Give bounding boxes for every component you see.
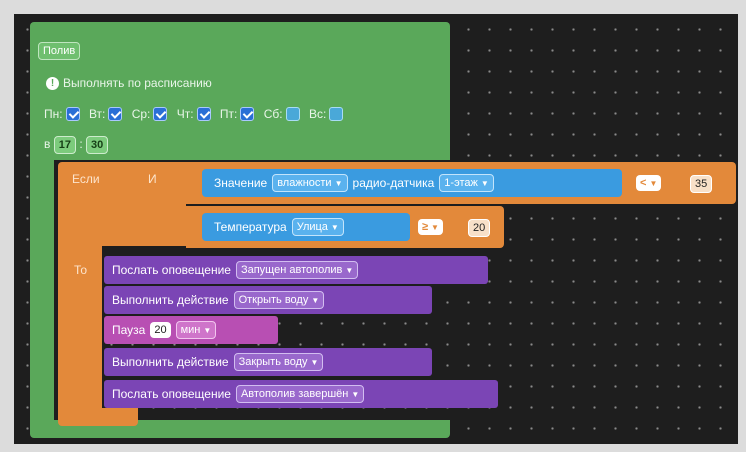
checkbox-icon[interactable]	[196, 106, 211, 121]
schedule-time: в 17 : 30	[44, 136, 109, 154]
action-dropdown[interactable]: Закрыть воду ▼	[233, 353, 324, 371]
day-label: Пт:	[219, 106, 238, 121]
action-pause[interactable]: Пауза 20 мин ▼	[104, 316, 278, 344]
sensor-dropdown[interactable]: 1-этаж ▼	[439, 174, 494, 192]
message-value: Автополив завершён	[240, 388, 349, 400]
if-block-head	[102, 162, 186, 246]
day-label: Сб:	[263, 106, 283, 121]
action-label: Послать оповещение	[112, 263, 231, 277]
unit-value: мин	[180, 324, 201, 336]
action-label: Пауза	[112, 323, 146, 337]
day-label: Вс:	[308, 106, 327, 121]
if-block[interactable]	[58, 162, 102, 424]
caret-down-icon: ▼	[649, 179, 658, 188]
unit-dropdown[interactable]: мин ▼	[175, 321, 217, 339]
sensor-value: 1-этаж	[444, 177, 478, 189]
checkbox-icon[interactable]	[108, 106, 123, 121]
condition-label: Значение	[214, 176, 268, 190]
operator-value: <	[640, 177, 647, 189]
day-label: Пн:	[44, 106, 63, 121]
day-label: Ср:	[131, 106, 151, 121]
caret-down-icon: ▼	[203, 326, 212, 335]
threshold-field[interactable]: 20	[468, 219, 491, 237]
schedule-label: Выполнять по расписанию	[63, 76, 212, 90]
operator-value: ≥	[422, 221, 429, 233]
caret-down-icon: ▼	[431, 223, 439, 232]
action-value: Закрыть воду	[238, 356, 308, 368]
caret-down-icon: ▼	[345, 266, 354, 275]
weekday-checkboxes: Пн: Вт: Ср: Чт: Пт: Сб: Вс:	[44, 106, 344, 121]
action-run[interactable]: Выполнить действие Открыть воду ▼	[104, 286, 432, 314]
location-value: Улица	[296, 221, 328, 233]
action-send-notification[interactable]: Послать оповещение Автополив завершён ▼	[104, 380, 498, 408]
message-dropdown[interactable]: Запущен автополив ▼	[235, 261, 359, 279]
threshold-field[interactable]: 35	[690, 175, 713, 193]
time-separator: :	[79, 137, 83, 152]
caret-down-icon: ▼	[311, 296, 320, 305]
condition-temperature[interactable]: Температура Улица ▼	[202, 213, 410, 241]
condition-label: Температура	[214, 220, 287, 234]
program-title-field[interactable]: Полив	[38, 42, 81, 60]
caret-down-icon: ▼	[480, 179, 489, 188]
checkbox-icon[interactable]	[240, 106, 255, 121]
action-run[interactable]: Выполнить действие Закрыть воду ▼	[104, 348, 432, 376]
time-prefix: в	[44, 137, 51, 152]
caret-down-icon: ▼	[351, 390, 360, 399]
action-label: Послать оповещение	[112, 387, 231, 401]
checkbox-icon[interactable]	[65, 106, 80, 121]
action-label: Выполнить действие	[112, 355, 229, 369]
action-label: Выполнить действие	[112, 293, 229, 307]
checkbox-icon[interactable]	[153, 106, 168, 121]
if-block-bottom	[58, 408, 138, 426]
action-value: Открыть воду	[238, 294, 309, 306]
checkbox-icon[interactable]	[285, 106, 300, 121]
minute-field[interactable]: 30	[86, 136, 109, 154]
action-dropdown[interactable]: Открыть воду ▼	[233, 291, 325, 309]
caret-down-icon: ▼	[330, 223, 339, 232]
source-label: радио-датчика	[352, 176, 435, 190]
hour-field[interactable]: 17	[53, 136, 76, 154]
param-dropdown[interactable]: влажности ▼	[272, 174, 348, 192]
operator-dropdown[interactable]: ≥ ▼	[418, 219, 443, 235]
pause-duration-field[interactable]: 20	[150, 322, 171, 338]
schedule-row: ! Выполнять по расписанию	[46, 76, 212, 91]
condition-humidity[interactable]: Значение влажности ▼ радио-датчика 1-этаж…	[202, 169, 622, 197]
checkbox-icon[interactable]	[329, 106, 344, 121]
message-value: Запущен автополив	[240, 264, 343, 276]
message-dropdown[interactable]: Автополив завершён ▼	[235, 385, 365, 403]
action-send-notification[interactable]: Послать оповещение Запущен автополив ▼	[104, 256, 488, 284]
and-dropdown[interactable]: И	[148, 172, 157, 186]
caret-down-icon: ▼	[310, 358, 319, 367]
info-icon[interactable]: !	[46, 77, 59, 91]
then-label: То	[74, 263, 88, 277]
day-label: Чт:	[176, 106, 194, 121]
program-block-side	[30, 160, 54, 420]
if-label: Если	[72, 172, 100, 186]
location-dropdown[interactable]: Улица ▼	[291, 218, 344, 236]
day-label: Вт:	[88, 106, 106, 121]
param-value: влажности	[277, 177, 332, 189]
operator-dropdown[interactable]: < ▼	[636, 175, 662, 191]
caret-down-icon: ▼	[334, 179, 343, 188]
